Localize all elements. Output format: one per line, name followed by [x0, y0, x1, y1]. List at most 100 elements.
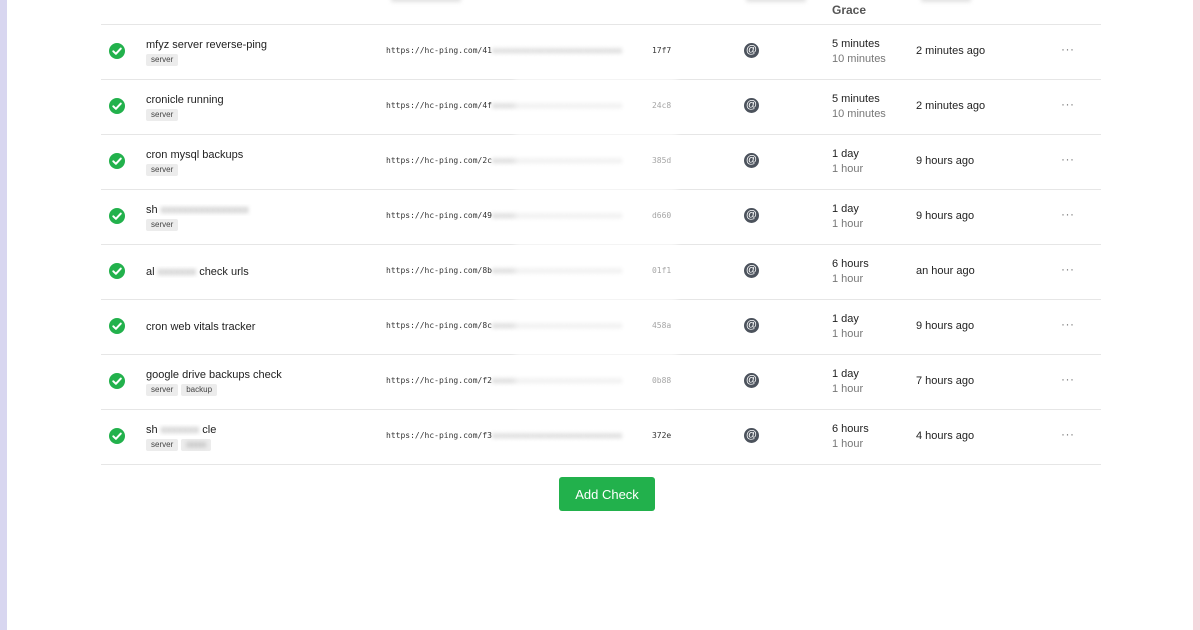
table-header: Grace [101, 0, 1101, 25]
period-grace-cell[interactable]: 1 day 1 hour [832, 202, 863, 232]
period-value: 1 day [832, 368, 859, 380]
check-name-text: al [146, 266, 155, 278]
redaction-blur [515, 58, 677, 408]
email-integration-icon[interactable]: @ [744, 98, 759, 113]
tag-badge[interactable]: server [146, 163, 179, 176]
period-grace-cell[interactable]: 6 hours 1 hour [832, 257, 869, 287]
more-options-icon[interactable]: ··· [1061, 152, 1075, 166]
ping-url[interactable]: https://hc-ping.com/f3xxxxxxxxxxxxxxxxxx… [386, 431, 671, 440]
check-name[interactable]: al xxxxxxx check urls [146, 266, 376, 278]
period-grace-cell[interactable]: 5 minutes 10 minutes [832, 92, 886, 122]
check-name[interactable]: mfyz server reverse-ping [146, 39, 376, 51]
period-value: 6 hours [832, 258, 869, 270]
grace-value: 1 hour [832, 328, 864, 340]
redacted-url-part: xxxxxxxxxxxxxxxxxxxxxxxxxxx [491, 46, 623, 55]
redacted-url-part: xxxxxxxxxxxxxxxxxxxxxxxxxxx [491, 431, 623, 440]
period-value: 5 minutes [832, 93, 880, 105]
add-check-button[interactable]: Add Check [559, 477, 655, 511]
check-name-text: cronicle running [146, 93, 224, 106]
ping-url-start: https://hc-ping.com/8b [386, 266, 492, 275]
more-options-icon[interactable]: ··· [1061, 427, 1075, 441]
header-peek-far [921, 0, 971, 2]
last-ping: an hour ago [916, 265, 975, 277]
status-up-icon [109, 98, 125, 114]
check-name-cell: google drive backups check server backup [146, 355, 376, 409]
check-name-cell: cron web vitals tracker [146, 300, 376, 354]
ping-url-start: https://hc-ping.com/49 [386, 211, 492, 220]
more-options-icon[interactable]: ··· [1061, 262, 1075, 276]
tag-badge[interactable]: server [146, 53, 179, 66]
check-name[interactable]: cronicle running [146, 94, 376, 106]
check-name-text: sh [146, 423, 158, 436]
ping-url-start: https://hc-ping.com/f2 [386, 376, 492, 385]
redacted-text: xxxxxxxxxxxxxxxx [157, 203, 249, 216]
grace-value: 1 hour [832, 383, 864, 395]
grace-column-header: Grace [832, 3, 867, 17]
check-row[interactable]: sh xxxxxxx cle server xxxxx https://hc-ping… [101, 410, 1101, 465]
ping-url-end: 372e [651, 431, 672, 440]
tag-badge[interactable]: server [146, 218, 179, 231]
check-name[interactable]: sh xxxxxxxxxxxxxxxx [146, 204, 376, 216]
more-options-icon[interactable]: ··· [1061, 317, 1075, 331]
redacted-text: xxxxxxx [157, 423, 203, 436]
more-options-icon[interactable]: ··· [1061, 97, 1075, 111]
tag-badge[interactable]: server [146, 383, 179, 396]
email-integration-icon[interactable]: @ [744, 428, 759, 443]
grace-value: 1 hour [832, 218, 864, 230]
tag-badge[interactable]: server [146, 108, 179, 121]
more-options-icon[interactable]: ··· [1061, 42, 1075, 56]
grace-value: 10 minutes [832, 53, 886, 65]
status-up-icon [109, 43, 125, 59]
last-ping: 7 hours ago [916, 375, 975, 387]
period-value: 5 minutes [832, 38, 880, 50]
check-tags: server [146, 218, 376, 231]
grace-value: 1 hour [832, 163, 864, 175]
email-integration-icon[interactable]: @ [744, 153, 759, 168]
ping-url-start: https://hc-ping.com/4f [386, 101, 492, 110]
email-integration-icon[interactable]: @ [744, 263, 759, 278]
more-options-icon[interactable]: ··· [1061, 372, 1075, 386]
check-tags: server backup [146, 383, 376, 396]
check-name-cell: sh xxxxxxxxxxxxxxxx server [146, 190, 376, 244]
last-ping: 9 hours ago [916, 155, 975, 167]
check-name-text: google drive backups check [146, 368, 282, 381]
check-name[interactable]: google drive backups check [146, 369, 376, 381]
redacted-text: xxxxx [186, 439, 207, 449]
check-name-text: cron web vitals tracker [146, 321, 256, 333]
period-grace-cell[interactable]: 1 day 1 hour [832, 367, 863, 397]
check-name-cell: cronicle running server [146, 80, 376, 134]
app-window: Grace mfyz server reverse-ping server http… [7, 0, 1193, 630]
check-name-cell: mfyz server reverse-ping server [146, 25, 376, 79]
ping-url[interactable]: https://hc-ping.com/41xxxxxxxxxxxxxxxxxx… [386, 46, 671, 55]
more-options-icon[interactable]: ··· [1061, 207, 1075, 221]
ping-url-start: https://hc-ping.com/f3 [386, 431, 492, 440]
email-integration-icon[interactable]: @ [744, 318, 759, 333]
check-name-cell: sh xxxxxxx cle server xxxxx [146, 410, 376, 464]
ping-url-start: https://hc-ping.com/2c [386, 156, 492, 165]
ping-url-start: https://hc-ping.com/41 [386, 46, 492, 55]
period-grace-cell[interactable]: 1 day 1 hour [832, 312, 863, 342]
last-ping: 9 hours ago [916, 320, 975, 332]
check-name[interactable]: cron mysql backups [146, 149, 376, 161]
tag-badge[interactable]: server [146, 438, 179, 451]
period-grace-cell[interactable]: 1 day 1 hour [832, 147, 863, 177]
last-ping: 2 minutes ago [916, 45, 986, 57]
email-integration-icon[interactable]: @ [744, 208, 759, 223]
period-value: 6 hours [832, 423, 869, 435]
email-integration-icon[interactable]: @ [744, 43, 759, 58]
check-name[interactable]: cron web vitals tracker [146, 321, 376, 333]
period-grace-cell[interactable]: 6 hours 1 hour [832, 422, 869, 452]
period-grace-cell[interactable]: 5 minutes 10 minutes [832, 37, 886, 67]
check-name[interactable]: sh xxxxxxx cle [146, 424, 376, 436]
grace-value: 1 hour [832, 273, 864, 285]
check-tags: server [146, 108, 376, 121]
grace-value: 10 minutes [832, 108, 886, 120]
email-integration-icon[interactable]: @ [744, 373, 759, 388]
status-up-icon [109, 153, 125, 169]
status-up-icon [109, 208, 125, 224]
ping-url-end: 17f7 [651, 46, 672, 55]
last-ping: 4 hours ago [916, 430, 975, 442]
tag-badge[interactable]: backup [181, 383, 218, 396]
status-up-icon [109, 428, 125, 444]
ping-url-start: https://hc-ping.com/8c [386, 321, 492, 330]
